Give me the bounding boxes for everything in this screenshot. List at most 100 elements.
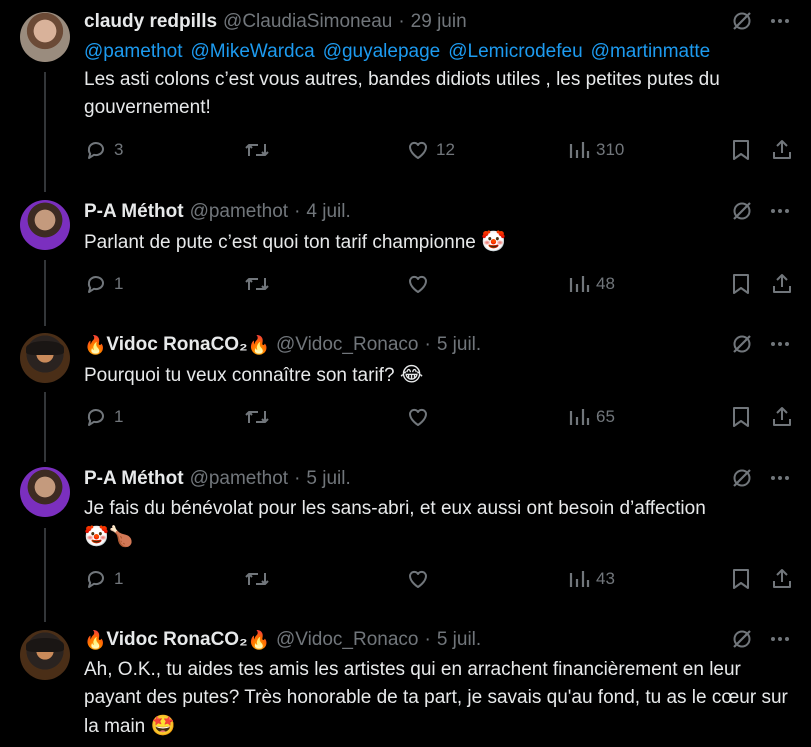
grok-icon[interactable] bbox=[731, 10, 753, 32]
author-name[interactable]: P-A Méthot bbox=[84, 468, 184, 490]
grok-icon[interactable] bbox=[731, 200, 753, 222]
bookmark-icon bbox=[733, 274, 749, 294]
view-count: 48 bbox=[596, 274, 615, 293]
tweet-header-icons bbox=[731, 200, 791, 222]
views-button[interactable]: 43 bbox=[568, 567, 615, 591]
bookmark-button[interactable] bbox=[730, 405, 752, 429]
more-icon[interactable] bbox=[769, 200, 791, 222]
tweet-header: P-A Méthot @pamethot · 4 juil. bbox=[84, 200, 351, 224]
author-name[interactable]: P-A Méthot bbox=[84, 201, 184, 223]
more-icon[interactable] bbox=[769, 467, 791, 489]
tweet-text: Parlant de pute c’est quoi ton tarif cha… bbox=[84, 228, 799, 257]
share-button[interactable] bbox=[770, 272, 794, 296]
avatar[interactable] bbox=[20, 333, 70, 383]
more-icon[interactable] bbox=[769, 628, 791, 650]
views-button[interactable]: 48 bbox=[568, 272, 615, 296]
bookmark-button[interactable] bbox=[730, 272, 752, 296]
like-button[interactable] bbox=[406, 567, 436, 591]
avatar[interactable] bbox=[20, 630, 70, 680]
author-name[interactable]: Vidoc RonaCO₂ bbox=[106, 334, 247, 356]
action-bar: 1 43 bbox=[84, 567, 795, 597]
tweet[interactable]: P-A Méthot @pamethot · 5 juil. Je fais d… bbox=[0, 457, 811, 620]
grok-icon[interactable] bbox=[731, 628, 753, 650]
mention-link[interactable]: @martinmatte bbox=[591, 41, 711, 62]
avatar[interactable] bbox=[20, 200, 70, 250]
tweet-header: claudy redpills @ClaudiaSimoneau · 29 ju… bbox=[84, 10, 467, 34]
author-name[interactable]: claudy redpills bbox=[84, 11, 217, 33]
author-handle[interactable]: @pamethot bbox=[190, 468, 289, 490]
bookmark-button[interactable] bbox=[730, 138, 752, 162]
tweet-body: Je fais du bénévolat pour les sans-abri,… bbox=[84, 498, 706, 519]
bookmark-icon bbox=[733, 407, 749, 427]
mention-link[interactable]: @Lemicrodefeu bbox=[448, 41, 582, 62]
more-icon[interactable] bbox=[769, 333, 791, 355]
tweet-date[interactable]: 5 juil. bbox=[306, 468, 350, 490]
share-button[interactable] bbox=[770, 138, 794, 162]
separator-dot: · bbox=[424, 629, 431, 650]
view-count: 65 bbox=[596, 407, 615, 426]
mention-link[interactable]: @MikeWardca bbox=[191, 41, 315, 62]
reply-icon bbox=[87, 409, 104, 426]
author-name[interactable]: Vidoc RonaCO₂ bbox=[106, 629, 247, 651]
bookmark-button[interactable] bbox=[730, 567, 752, 591]
tweet-header-icons bbox=[731, 628, 791, 650]
tweet-body: Parlant de pute c’est quoi ton tarif cha… bbox=[84, 232, 476, 253]
tweet[interactable]: claudy redpills @ClaudiaSimoneau · 29 ju… bbox=[0, 0, 811, 190]
tweet-header-icons bbox=[731, 467, 791, 489]
share-button[interactable] bbox=[770, 405, 794, 429]
like-button[interactable] bbox=[406, 405, 436, 429]
tweet-header: 🔥 Vidoc RonaCO₂ 🔥 @Vidoc_Ronaco · 5 juil… bbox=[84, 628, 481, 652]
retweet-button[interactable] bbox=[244, 567, 276, 591]
avatar[interactable] bbox=[20, 467, 70, 517]
tweet-date[interactable]: 4 juil. bbox=[306, 201, 350, 223]
tweet-text: Je fais du bénévolat pour les sans-abri,… bbox=[84, 495, 799, 552]
bookmark-icon bbox=[733, 569, 749, 589]
author-handle[interactable]: @Vidoc_Ronaco bbox=[276, 334, 419, 356]
author-handle[interactable]: @pamethot bbox=[190, 201, 289, 223]
like-icon bbox=[409, 141, 427, 159]
retweet-button[interactable] bbox=[244, 272, 276, 296]
retweet-button[interactable] bbox=[244, 138, 276, 162]
mention-link[interactable]: @pamethot bbox=[84, 41, 183, 62]
tweet-body: Pourquoi tu veux connaître son tarif? bbox=[84, 365, 395, 386]
mention-link[interactable]: @guyalepage bbox=[323, 41, 441, 62]
retweet-button[interactable] bbox=[244, 405, 276, 429]
tweet[interactable]: P-A Méthot @pamethot · 4 juil. Parlant d… bbox=[0, 190, 811, 323]
retweet-icon bbox=[245, 278, 269, 290]
tweet[interactable]: 🔥 Vidoc RonaCO₂ 🔥 @Vidoc_Ronaco · 5 juil… bbox=[0, 620, 811, 747]
like-count: 12 bbox=[436, 140, 455, 159]
tweet-date[interactable]: 5 juil. bbox=[437, 629, 481, 651]
more-icon[interactable] bbox=[769, 10, 791, 32]
share-button[interactable] bbox=[770, 567, 794, 591]
retweet-icon bbox=[245, 411, 269, 423]
reply-button[interactable]: 1 bbox=[84, 567, 123, 591]
tweet-date[interactable]: 5 juil. bbox=[437, 334, 481, 356]
reply-count: 1 bbox=[114, 274, 124, 293]
fire-emoji: 🔥 bbox=[247, 334, 270, 355]
views-icon bbox=[569, 276, 590, 292]
reply-button[interactable]: 3 bbox=[84, 138, 123, 162]
tweet-header-icons bbox=[731, 10, 791, 32]
like-button[interactable] bbox=[406, 272, 436, 296]
retweet-icon bbox=[245, 144, 269, 156]
author-handle[interactable]: @ClaudiaSimoneau bbox=[223, 11, 392, 33]
view-count: 43 bbox=[596, 569, 615, 588]
reply-button[interactable]: 1 bbox=[84, 272, 123, 296]
tweet-header: 🔥 Vidoc RonaCO₂ 🔥 @Vidoc_Ronaco · 5 juil… bbox=[84, 333, 481, 357]
tweet-date[interactable]: 29 juin bbox=[411, 11, 467, 33]
author-handle[interactable]: @Vidoc_Ronaco bbox=[276, 629, 419, 651]
separator-dot: · bbox=[294, 201, 301, 222]
tweet[interactable]: 🔥 Vidoc RonaCO₂ 🔥 @Vidoc_Ronaco · 5 juil… bbox=[0, 323, 811, 457]
grok-icon[interactable] bbox=[731, 333, 753, 355]
grok-icon[interactable] bbox=[731, 467, 753, 489]
reply-icon bbox=[87, 276, 104, 293]
separator-dot: · bbox=[398, 11, 405, 32]
views-button[interactable]: 65 bbox=[568, 405, 615, 429]
avatar[interactable] bbox=[20, 12, 70, 62]
views-button[interactable]: 310 bbox=[568, 138, 624, 162]
reply-count: 1 bbox=[114, 569, 124, 588]
reply-button[interactable]: 1 bbox=[84, 405, 123, 429]
view-count: 310 bbox=[596, 140, 625, 159]
like-button[interactable]: 12 bbox=[406, 138, 455, 162]
clown-drumstick-emoji: 🤡🍗 bbox=[84, 526, 134, 548]
